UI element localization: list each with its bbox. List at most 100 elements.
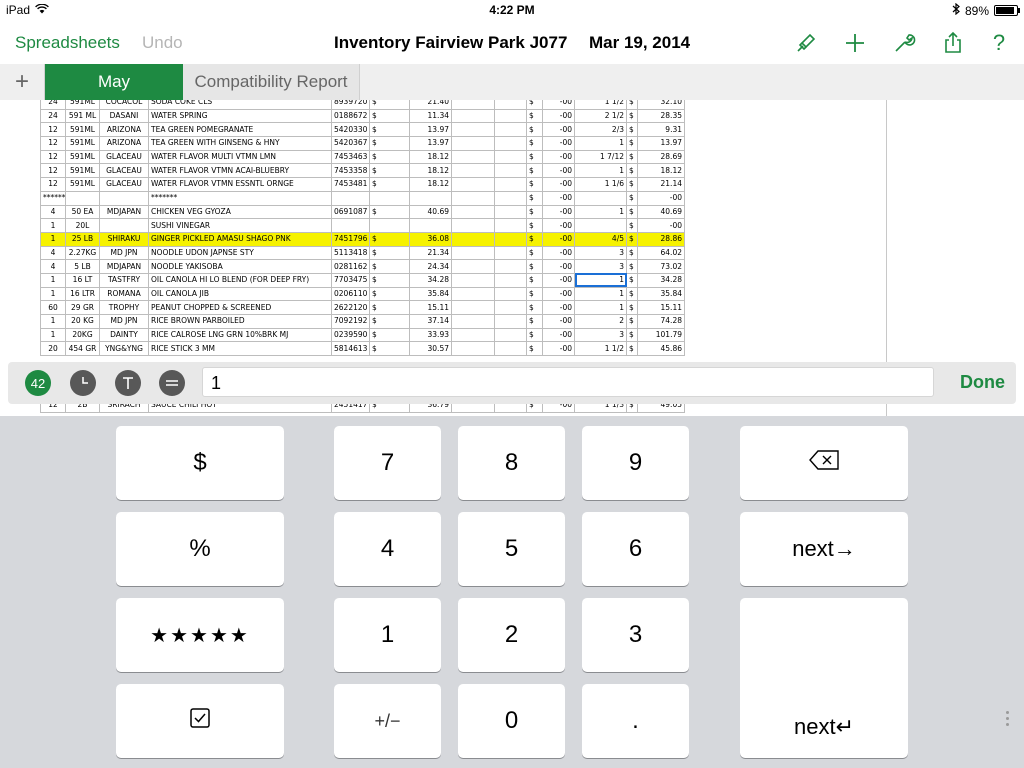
table-cell[interactable]: $ <box>626 163 638 179</box>
table-cell[interactable]: 12 <box>40 136 66 151</box>
table-cell[interactable]: ROMANA <box>99 286 149 302</box>
table-cell[interactable]: $ <box>626 272 638 288</box>
key-3[interactable]: 3 <box>582 598 689 672</box>
table-cell[interactable] <box>574 190 627 206</box>
formula-input[interactable]: 1 <box>202 367 934 397</box>
clock-icon[interactable] <box>70 370 96 396</box>
table-cell[interactable]: 28.35 <box>637 108 685 124</box>
table-cell[interactable]: $ <box>526 314 543 329</box>
table-cell[interactable]: $ <box>369 100 410 110</box>
table-cell[interactable] <box>494 204 527 220</box>
table-cell[interactable]: 21.40 <box>409 100 452 110</box>
table-cell[interactable]: $ <box>526 404 543 413</box>
table-cell[interactable] <box>451 314 495 329</box>
table-cell[interactable] <box>451 404 495 413</box>
table-cell[interactable] <box>451 218 495 233</box>
table-cell[interactable]: MDJAPAN <box>99 259 149 274</box>
tab-compatibility-report[interactable]: Compatibility Report <box>183 64 360 100</box>
table-row[interactable]: *******GROCERY*******$-00$-00 <box>40 190 685 206</box>
table-cell[interactable]: 5420367 <box>331 136 370 151</box>
table-cell[interactable]: 11.34 <box>409 108 452 124</box>
table-cell[interactable]: -00 <box>542 218 575 233</box>
table-cell[interactable]: GINGER PICKLED AMASU SHAGO PNK <box>148 231 332 247</box>
table-cell[interactable]: -00 <box>542 108 575 124</box>
table-cell[interactable]: ******* <box>148 190 332 206</box>
table-cell[interactable]: 24.34 <box>409 259 452 274</box>
table-cell[interactable]: 454 GR <box>65 341 100 357</box>
table-cell[interactable]: $ <box>369 314 410 329</box>
undo-button[interactable]: Undo <box>142 33 183 53</box>
share-icon[interactable] <box>939 29 967 57</box>
table-row[interactable]: 1 16 LTR ROMANA OIL CANOLA JIB 0206110 $35.84… <box>40 286 685 302</box>
table-cell[interactable]: 1 <box>40 272 66 288</box>
table-cell[interactable]: $ <box>626 300 638 315</box>
table-cell[interactable]: 24 <box>40 108 66 124</box>
table-cell[interactable]: $ <box>626 259 638 274</box>
table-cell[interactable]: 21.14 <box>637 177 685 192</box>
table-cell[interactable]: -00 <box>542 404 575 413</box>
table-cell[interactable]: 1 <box>40 314 66 329</box>
table-cell[interactable] <box>494 163 527 179</box>
table-cell[interactable]: -00 <box>542 136 575 151</box>
table-cell[interactable]: MD JPN <box>99 314 149 329</box>
table-cell[interactable]: $ <box>526 163 543 179</box>
table-cell[interactable]: 5814613 <box>331 341 370 357</box>
table-row[interactable]: 20 454 GR YNG&YNG RICE STICK 3 MM 5814613 $30… <box>40 341 685 357</box>
table-cell[interactable] <box>451 163 495 179</box>
table-row[interactable]: 1 20L SUSHI VINEGAR $ -00 $ -00 <box>40 218 685 233</box>
key-8[interactable]: 8 <box>458 426 565 500</box>
help-icon[interactable]: ? <box>985 29 1013 57</box>
key-6[interactable]: 6 <box>582 512 689 586</box>
table-cell[interactable]: $ <box>369 327 410 343</box>
table-cell[interactable]: 40.69 <box>409 204 452 220</box>
table-cell[interactable]: 2451417 <box>331 404 370 413</box>
table-cell[interactable] <box>451 300 495 315</box>
table-cell[interactable]: 12 <box>40 163 66 179</box>
table-cell[interactable]: 2 <box>574 314 627 329</box>
table-cell[interactable]: 8939720 <box>331 100 370 110</box>
table-cell[interactable] <box>331 218 370 233</box>
table-cell[interactable] <box>451 231 495 247</box>
table-cell[interactable]: $ <box>369 341 410 357</box>
star-rating-key[interactable]: ★★★★★ <box>116 598 284 672</box>
table-cell[interactable]: 3 <box>574 327 627 343</box>
table-cell[interactable]: $ <box>626 190 638 206</box>
table-cell[interactable]: WATER FLAVOR MULTI VTMN LMN <box>148 149 332 165</box>
table-cell[interactable]: 591ML <box>65 136 100 151</box>
table-cell[interactable]: 2 1/2 <box>574 108 627 124</box>
key-4[interactable]: 4 <box>334 512 441 586</box>
table-cell[interactable]: -00 <box>542 300 575 315</box>
table-cell[interactable] <box>451 149 495 165</box>
table-cell[interactable]: 7451796 <box>331 231 370 247</box>
table-cell[interactable]: $ <box>626 231 638 247</box>
table-cell[interactable]: $ <box>626 327 638 343</box>
table-cell[interactable]: 7092192 <box>331 314 370 329</box>
table-cell[interactable] <box>331 190 370 206</box>
table-cell[interactable]: 591 ML <box>65 108 100 124</box>
table-row[interactable]: 60 29 GR TROPHY PEANUT CHOPPED & SCREENED 26… <box>40 300 685 315</box>
table-cell[interactable]: 16 LT <box>65 272 100 288</box>
checkbox-key[interactable] <box>116 684 284 758</box>
table-cell[interactable]: $ <box>369 122 410 138</box>
table-cell[interactable]: $ <box>526 327 543 343</box>
table-cell[interactable]: $ <box>369 177 410 192</box>
table-cell[interactable]: 28.86 <box>637 231 685 247</box>
table-row[interactable]: 4 2.27KG MD JPN NOODLE UDON JAPNSE STY 51134… <box>40 245 685 261</box>
table-cell[interactable]: $ <box>626 108 638 124</box>
table-cell[interactable]: SRIRACH <box>99 404 149 413</box>
table-cell[interactable]: 15.11 <box>637 300 685 315</box>
table-cell[interactable]: $ <box>526 341 543 357</box>
table-cell[interactable]: $ <box>626 149 638 165</box>
table-cell[interactable]: 0188672 <box>331 108 370 124</box>
table-row[interactable]: 1 16 LT TASTFRY OIL CANOLA HI LO BLEND (FOR… <box>40 272 685 288</box>
key-7[interactable]: 7 <box>334 426 441 500</box>
table-cell[interactable]: SHIRAKU <box>99 231 149 247</box>
table-row[interactable]: 12 591ML ARIZONA TEA GREEN WITH GINSENG & H… <box>40 136 685 151</box>
table-cell[interactable]: DAINTY <box>99 327 149 343</box>
table-cell[interactable]: 12 <box>40 404 66 413</box>
table-cell[interactable]: 7453463 <box>331 149 370 165</box>
table-cell[interactable]: RICE STICK 3 MM <box>148 341 332 357</box>
table-cell[interactable]: 34.28 <box>637 272 685 288</box>
table-cell[interactable]: 37.14 <box>409 314 452 329</box>
table-cell[interactable]: TEA GREEN WITH GINSENG & HNY <box>148 136 332 151</box>
